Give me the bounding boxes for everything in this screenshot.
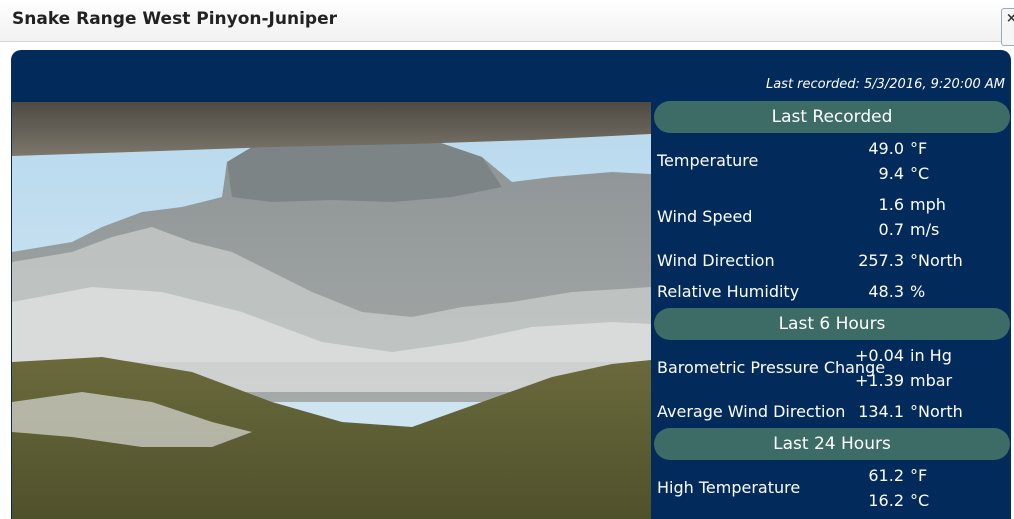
high-temperature-c-value: 16.2 (868, 491, 904, 510)
pressure-change-label: Barometric Pressure Change (657, 358, 886, 377)
webcam-image (12, 102, 651, 519)
pressure-change-inhg-value: +0.04 (854, 346, 904, 365)
avg-wind-direction-label: Average Wind Direction (657, 402, 846, 421)
last-recorded-timestamp: Last recorded: 5/3/2016, 9:20:00 AM (765, 77, 1005, 92)
temperature-c-unit: °C (910, 164, 930, 183)
pressure-change-mbar-value: +1.39 (854, 371, 904, 390)
avg-wind-direction-value: 134.1 (858, 402, 904, 421)
pressure-change-inhg-unit: in Hg (910, 346, 952, 365)
dialog-title: Snake Range West Pinyon-Juniper (12, 9, 337, 29)
wind-speed-label: Wind Speed (657, 207, 753, 226)
wind-speed-mph-value: 1.6 (878, 195, 904, 214)
wind-speed-mph-unit: mph (910, 195, 946, 214)
avg-wind-direction-unit: °North (910, 402, 963, 421)
weather-station-panel: Last recorded: 5/3/2016, 9:20:00 AM Last… (11, 50, 1011, 519)
section-header-last-recorded: Last Recorded (654, 101, 1010, 133)
high-temperature-f-unit: °F (910, 466, 928, 485)
wind-speed-ms-value: 0.7 (878, 220, 904, 239)
wind-speed-ms-unit: m/s (910, 220, 940, 239)
humidity-value: 48.3 (868, 282, 904, 301)
high-temperature-c-unit: °C (910, 491, 930, 510)
close-icon: × (1006, 11, 1014, 26)
readings-table: Last Recorded Temperature 49.0 °F 9.4 °C… (654, 101, 1011, 519)
dialog-titlebar: Snake Range West Pinyon-Juniper × (0, 0, 1014, 46)
high-temperature-f-value: 61.2 (868, 466, 904, 485)
close-button[interactable]: × (1001, 8, 1014, 46)
temperature-f-value: 49.0 (868, 139, 904, 158)
humidity-label: Relative Humidity (657, 282, 800, 301)
high-temperature-label: High Temperature (657, 478, 801, 497)
temperature-f-unit: °F (910, 139, 928, 158)
section-header-last-24-hours: Last 24 Hours (654, 428, 1010, 460)
wind-direction-value: 257.3 (858, 251, 904, 270)
section-header-last-6-hours: Last 6 Hours (654, 308, 1010, 340)
wind-direction-unit: °North (910, 251, 963, 270)
pressure-change-mbar-unit: mbar (910, 371, 953, 390)
temperature-label: Temperature (657, 151, 759, 170)
humidity-unit: % (910, 282, 926, 301)
wind-direction-label: Wind Direction (657, 251, 775, 270)
temperature-c-value: 9.4 (878, 164, 904, 183)
